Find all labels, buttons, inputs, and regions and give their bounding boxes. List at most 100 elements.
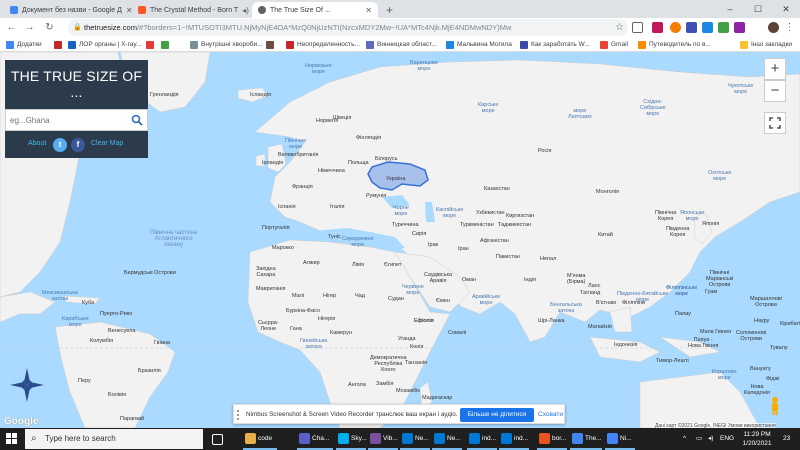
country-label: Афганістан xyxy=(480,238,509,244)
taskbar-app[interactable]: bor... xyxy=(537,428,567,450)
country-label: Уганда xyxy=(398,336,416,342)
bookmark-vinnytsia[interactable]: Винницкая област... xyxy=(366,39,437,50)
taskbar-app[interactable]: Ni... xyxy=(605,428,635,450)
bookmark-label: Мальвина Могила xyxy=(457,41,512,48)
volume-icon[interactable]: ◂) xyxy=(708,428,713,450)
reload-button[interactable]: ↻ xyxy=(42,20,57,35)
bookmark-internal[interactable]: Внутрішні хвороби... xyxy=(190,39,263,50)
google-docs-icon xyxy=(10,6,18,14)
extension-icon-1[interactable] xyxy=(632,22,643,33)
taskbar-app[interactable]: Vib... xyxy=(368,428,398,450)
profile-avatar[interactable] xyxy=(768,22,779,33)
taskbar-app[interactable]: ind... xyxy=(499,428,529,450)
bookmark-uncertainty[interactable]: Неопределенность... xyxy=(286,39,360,50)
extension-icon-5[interactable] xyxy=(702,22,713,33)
country-label: Індонезія xyxy=(614,342,638,348)
country-search-input[interactable] xyxy=(10,113,120,128)
menu-icon[interactable]: ⋮ xyxy=(782,20,797,35)
forward-button[interactable]: → xyxy=(22,20,37,35)
about-link[interactable]: About xyxy=(28,140,46,147)
tab-crystal-method[interactable]: The Crystal Method - Born T ◂) ✕ xyxy=(132,2,252,18)
taskbar-app[interactable]: code xyxy=(243,428,277,450)
bookmark-earn[interactable]: Как заработать W... xyxy=(520,39,590,50)
country-label: Туніс xyxy=(328,234,341,240)
hide-button[interactable]: Сховати xyxy=(538,411,563,418)
system-clock[interactable]: 11:29 PM 1/20/2021 xyxy=(735,430,779,448)
sea-label: Карське море xyxy=(478,102,499,114)
sea-label: Філіппінське море xyxy=(666,285,698,297)
globe-icon xyxy=(258,6,266,14)
sea-label: Чорне море xyxy=(393,205,409,217)
address-bar[interactable]: 🔒 thetruesize.com/#?borders=1~!MTUSOTI3M… xyxy=(68,19,628,36)
search-icon[interactable] xyxy=(131,114,143,126)
notification-center-badge[interactable]: 23 xyxy=(783,428,790,450)
bookmark-icon-only[interactable] xyxy=(161,39,172,50)
fullscreen-button[interactable] xyxy=(764,112,786,134)
bookmark-malvina[interactable]: Мальвина Могила xyxy=(446,39,512,50)
facebook-icon[interactable]: f xyxy=(71,138,85,152)
tab-true-size[interactable]: The True Size Of ... ✕ xyxy=(252,2,378,18)
minimize-button[interactable]: – xyxy=(716,0,744,18)
country-label: Туркменістан xyxy=(460,222,494,228)
country-label: Ангола xyxy=(348,382,366,388)
extension-icon-7[interactable] xyxy=(734,22,745,33)
close-icon[interactable]: ✕ xyxy=(122,6,132,15)
extension-icon-4[interactable] xyxy=(686,22,697,33)
bookmark-label: Винницкая област... xyxy=(377,41,437,48)
network-icon[interactable]: ▭ xyxy=(696,428,702,450)
country-label: Лівія xyxy=(352,262,364,268)
bookmark-other[interactable]: Інші закладки xyxy=(740,39,792,50)
extension-icon-3[interactable] xyxy=(670,22,681,33)
tray-arrow-icon[interactable]: ^ xyxy=(683,428,686,450)
extension-icon-2[interactable] xyxy=(652,22,663,33)
sea-label: Північна частина Атлантичного океану xyxy=(150,230,198,248)
taskbar-app[interactable]: Cha... xyxy=(297,428,333,450)
zoom-in-button[interactable]: + xyxy=(764,58,786,80)
country-label: Румунія xyxy=(366,193,387,199)
drag-handle-icon[interactable] xyxy=(237,410,242,420)
close-window-button[interactable]: ✕ xyxy=(772,0,800,18)
bookmark-apps[interactable]: Додатки xyxy=(6,39,42,50)
taskbar-app[interactable]: The... xyxy=(570,428,602,450)
country-label: Мозамбік xyxy=(396,388,420,394)
bookmark-icon-only[interactable] xyxy=(54,39,65,50)
taskbar-search[interactable]: ⌕ Type here to search xyxy=(25,429,203,449)
bookmark-favicon xyxy=(638,40,646,49)
fullscreen-icon xyxy=(769,117,781,129)
country-label: Мавританія xyxy=(256,286,286,292)
taskbar-app[interactable]: Ne... xyxy=(400,428,430,450)
taskbar-app[interactable]: Ne... xyxy=(432,428,462,450)
bookmark-icon-only[interactable] xyxy=(146,39,157,50)
maximize-button[interactable]: ☐ xyxy=(744,0,772,18)
extension-icon-6[interactable] xyxy=(718,22,729,33)
taskbar-app[interactable]: ind... xyxy=(467,428,497,450)
close-icon[interactable]: ✕ xyxy=(361,6,372,15)
country-label: Кірибаті xyxy=(780,321,800,327)
back-button[interactable]: ← xyxy=(4,20,19,35)
sea-label: Червоне море xyxy=(402,284,424,296)
taskbar-app[interactable]: Sky... xyxy=(336,428,367,450)
bookmark-label: Gmail xyxy=(611,41,628,48)
windows-start-icon[interactable] xyxy=(6,433,17,444)
bookmark-guide[interactable]: Путеводитель по в... xyxy=(638,39,711,50)
app-icon xyxy=(370,432,381,444)
tab-google-docs[interactable]: Документ без назви - Google Д ✕ xyxy=(4,2,132,18)
country-label: Білорусь xyxy=(375,156,398,162)
language-indicator[interactable]: ENG xyxy=(720,428,734,450)
bookmark-label: Как заработать W... xyxy=(531,41,590,48)
clear-map-link[interactable]: Clear Map xyxy=(91,140,123,147)
bookmark-gmail[interactable]: Gmail xyxy=(600,39,628,50)
country-label: Ісландія xyxy=(250,92,271,98)
pegman-icon[interactable] xyxy=(768,396,782,416)
twitter-icon[interactable]: t xyxy=(53,138,67,152)
new-tab-button[interactable]: + xyxy=(386,3,393,17)
bookmark-label: Неопределенность... xyxy=(297,41,360,48)
bookmark-label: Інші закладки xyxy=(751,41,793,48)
task-view-icon[interactable] xyxy=(210,428,225,450)
zoom-out-button[interactable]: − xyxy=(764,80,786,102)
bookmark-lor[interactable]: ЛОР органы | X-ray... xyxy=(68,39,142,50)
stop-sharing-button[interactable]: Більше не ділитися xyxy=(460,408,534,422)
bookmark-icon-only[interactable] xyxy=(266,39,277,50)
country-label: Буркіна-Фасо xyxy=(286,308,320,314)
star-icon[interactable]: ☆ xyxy=(612,20,627,35)
